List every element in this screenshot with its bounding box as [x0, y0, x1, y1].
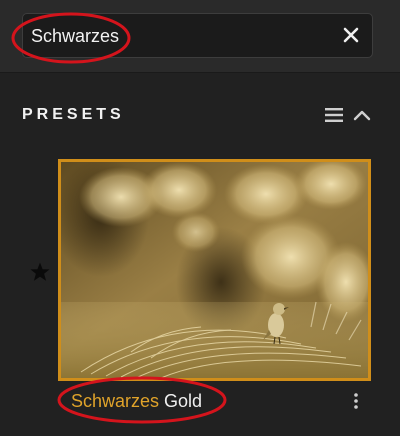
- close-icon[interactable]: [340, 24, 362, 46]
- panel-title: PRESETS: [22, 106, 125, 123]
- search-bar: Schwarzes: [0, 0, 400, 73]
- star-icon[interactable]: [29, 261, 51, 283]
- vertical-ellipsis-icon[interactable]: [349, 390, 363, 412]
- search-input[interactable]: Schwarzes: [22, 13, 373, 58]
- hamburger-menu-icon[interactable]: [324, 106, 344, 124]
- preset-name[interactable]: Schwarzes Gold: [71, 391, 202, 411]
- preset-name-highlight: Schwarzes: [71, 391, 160, 411]
- search-input-value[interactable]: Schwarzes: [31, 26, 119, 46]
- preset-name-rest: Gold: [159, 391, 203, 411]
- chevron-up-icon[interactable]: [351, 104, 373, 126]
- preset-thumbnail[interactable]: [58, 159, 371, 381]
